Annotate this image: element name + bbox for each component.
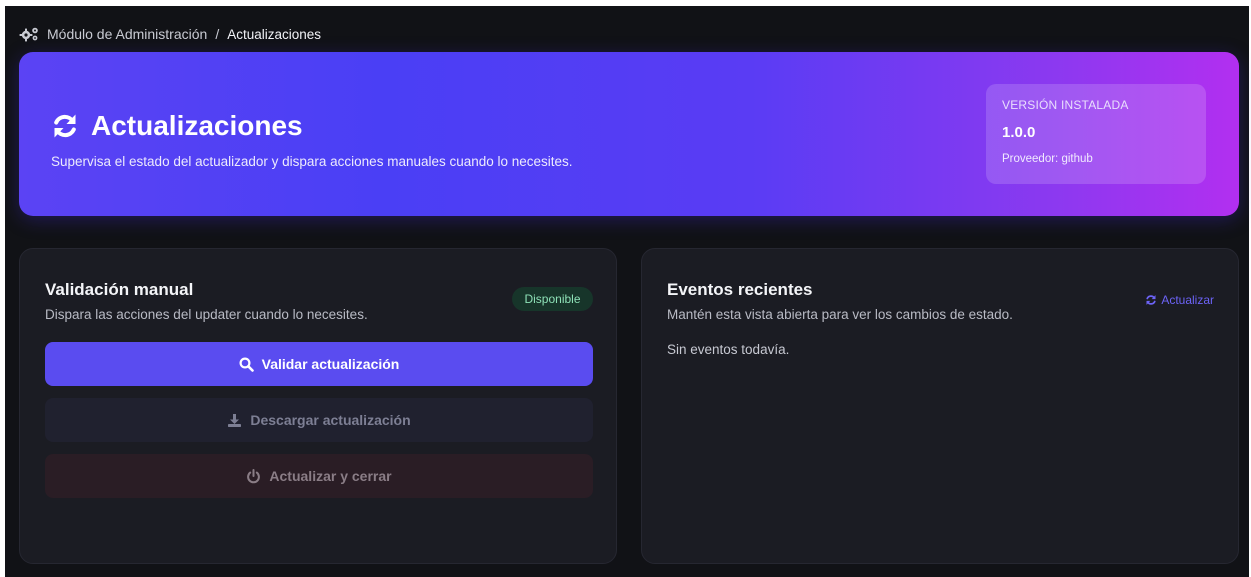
manual-validation-card: Validación manual Dispara las acciones d… <box>19 248 617 564</box>
app-frame: Módulo de Administración / Actualizacion… <box>5 6 1249 577</box>
download-icon <box>227 413 242 428</box>
validate-update-button[interactable]: Validar actualización <box>45 342 593 386</box>
page-subtitle: Supervisa el estado del actualizador y d… <box>51 154 573 169</box>
update-and-close-label: Actualizar y cerrar <box>269 468 392 484</box>
recent-events-description: Mantén esta vista abierta para ver los c… <box>667 307 1013 322</box>
refresh-icon <box>1145 294 1157 306</box>
refresh-events-link[interactable]: Actualizar <box>1145 293 1214 307</box>
recent-events-card: Eventos recientes Mantén esta vista abie… <box>641 248 1239 564</box>
search-icon <box>239 356 254 372</box>
download-update-label: Descargar actualización <box>250 412 411 428</box>
breadcrumb-separator: / <box>215 26 220 42</box>
version-number: 1.0.0 <box>1002 124 1036 141</box>
power-icon <box>246 468 261 484</box>
cogs-icon <box>19 26 41 42</box>
breadcrumb-current: Actualizaciones <box>227 26 322 42</box>
refresh-icon <box>51 112 79 140</box>
breadcrumb-root[interactable]: Módulo de Administración <box>47 26 207 42</box>
manual-validation-title: Validación manual <box>45 280 194 299</box>
version-provider: Proveedor: github <box>1002 153 1093 165</box>
version-card: VERSIÓN INSTALADA 1.0.0 Proveedor: githu… <box>986 84 1206 184</box>
manual-validation-description: Dispara las acciones del updater cuando … <box>45 307 368 322</box>
events-empty-message: Sin eventos todavía. <box>667 342 790 357</box>
hero-banner: Actualizaciones Supervisa el estado del … <box>19 52 1239 216</box>
recent-events-title: Eventos recientes <box>667 280 813 299</box>
version-label: VERSIÓN INSTALADA <box>1002 98 1129 112</box>
validate-update-label: Validar actualización <box>261 356 400 372</box>
update-and-close-button[interactable]: Actualizar y cerrar <box>45 454 593 498</box>
page-title-text: Actualizaciones <box>91 110 303 141</box>
breadcrumb: Módulo de Administración / Actualizacion… <box>19 24 321 44</box>
download-update-button[interactable]: Descargar actualización <box>45 398 593 442</box>
page-title: Actualizaciones <box>51 110 303 142</box>
status-badge: Disponible <box>512 287 593 311</box>
refresh-events-label: Actualizar <box>1161 293 1214 307</box>
